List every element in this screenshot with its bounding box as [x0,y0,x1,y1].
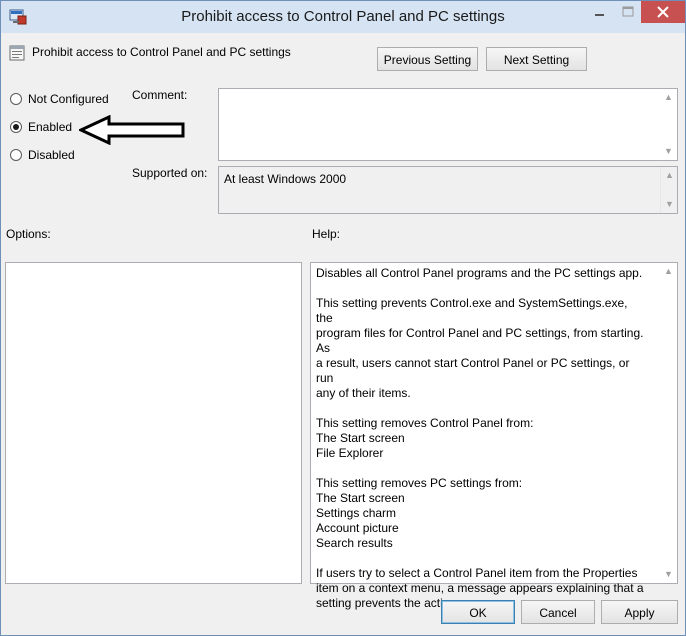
help-scrollbar[interactable]: ▲ ▼ [660,263,677,583]
radio-disabled-label: Disabled [28,148,75,162]
help-line: item on a context menu, a message appear… [316,581,644,595]
help-line: Settings charm [316,506,397,520]
help-paragraph: This setting removes Control Panel from:… [316,416,646,461]
close-icon [657,6,669,18]
scroll-down-icon[interactable]: ▼ [660,566,677,583]
comment-scrollbar[interactable]: ▲ ▼ [660,89,677,160]
help-panel: Disables all Control Panel programs and … [310,262,678,610]
setting-name: Prohibit access to Control Panel and PC … [32,45,291,59]
radio-disabled-circle[interactable] [10,149,22,161]
help-label: Help: [312,227,341,241]
radio-not-configured-circle[interactable] [10,93,22,105]
title-bar: Prohibit access to Control Panel and PC … [1,1,685,33]
help-line: Disables all Control Panel programs and … [316,266,643,280]
ok-button[interactable]: OK [441,600,515,624]
options-panel [5,262,302,584]
policy-dialog-window: Prohibit access to Control Panel and PC … [0,0,686,636]
comment-label: Comment: [132,88,188,102]
help-text: Disables all Control Panel programs and … [316,266,646,626]
window-title: Prohibit access to Control Panel and PC … [181,8,505,25]
help-line: This setting removes Control Panel from: [316,416,534,430]
close-button[interactable] [641,1,685,23]
next-setting-button[interactable]: Next Setting [486,47,587,71]
radio-enabled-label: Enabled [28,120,73,134]
maximize-icon [622,6,634,17]
supported-on-box: At least Windows 2000 ▲ ▼ [218,166,678,214]
pointer-arrow-icon [79,115,185,145]
comment-textbox[interactable]: ▲ ▼ [218,88,678,161]
help-line: The Start screen [316,431,405,445]
apply-button[interactable]: Apply [601,600,678,624]
scroll-down-icon[interactable]: ▼ [660,143,677,160]
scroll-up-icon[interactable]: ▲ [660,263,677,280]
help-line: This setting prevents Control.exe and Sy… [316,296,628,325]
supported-on-label: Supported on: [132,166,208,180]
help-line: Account picture [316,521,399,535]
help-paragraph: Disables all Control Panel programs and … [316,266,646,281]
minimize-button[interactable] [585,1,615,23]
help-line: File Explorer [316,446,384,460]
help-line: setting prevents the action. [316,596,460,610]
supported-on-value: At least Windows 2000 [224,172,347,186]
minimize-icon [595,14,604,16]
radio-not-configured-label: Not Configured [28,92,109,106]
help-line: The Start screen [316,491,405,505]
cancel-button[interactable]: Cancel [521,600,595,624]
help-line: program files for Control Panel and PC s… [316,326,644,355]
radio-enabled-circle[interactable] [10,121,22,133]
help-paragraph: This setting removes PC settings from: T… [316,476,646,551]
scroll-down-icon[interactable]: ▼ [661,196,678,213]
policy-setting-icon [9,45,25,61]
help-line: Search results [316,536,393,550]
options-label: Options: [6,227,51,241]
help-line: any of their items. [316,386,411,400]
help-line: If users try to select a Control Panel i… [316,566,638,580]
supported-scrollbar[interactable]: ▲ ▼ [660,167,677,213]
help-paragraph: This setting prevents Control.exe and Sy… [316,296,646,401]
help-line: a result, users cannot start Control Pan… [316,356,630,385]
maximize-button[interactable] [615,1,641,23]
scroll-up-icon[interactable]: ▲ [660,89,677,106]
scroll-up-icon[interactable]: ▲ [661,167,678,184]
previous-setting-button[interactable]: Previous Setting [377,47,478,71]
help-line: This setting removes PC settings from: [316,476,523,490]
